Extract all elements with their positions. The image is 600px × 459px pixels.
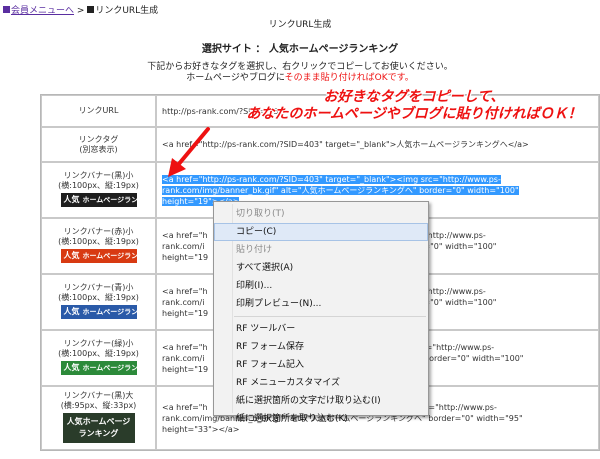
row-label: リンクバナー(赤)小 (横:100px、縦:19px) 人気ホームページランキン… xyxy=(41,218,156,274)
banner-text-b: ホームページランキング xyxy=(82,307,137,316)
code-fragment: border="0" width="100" xyxy=(424,353,524,363)
menu-item-rf-form-save[interactable]: RF フォーム保存 xyxy=(214,338,428,356)
row-label-line1: リンクバナー(黒)大 xyxy=(63,390,134,400)
menu-separator xyxy=(234,316,426,317)
square-bullet-icon xyxy=(3,6,10,13)
square-bullet-icon xyxy=(87,6,95,13)
banner-preview-black-small: 人気ホームページランキング xyxy=(60,192,137,207)
selected-site-heading: 選択サイト ： 人気ホームページランキング xyxy=(201,44,399,55)
code-fragment: <a href="h xyxy=(162,286,208,296)
code-fragment: <a href="h xyxy=(162,342,208,352)
row-label-line2: (横:95px、縦:33px) xyxy=(60,400,137,410)
code-fragment: height="19 xyxy=(162,252,209,262)
intro-line2-highlight: そのまま貼り付ければOKです。 xyxy=(284,73,414,83)
row-label: リンクURL xyxy=(41,95,156,127)
banner-line2: ランキング xyxy=(78,428,119,438)
red-arrow-icon xyxy=(168,127,210,177)
row-label-line1: リンクタグ xyxy=(78,134,119,144)
menu-item-capture-text[interactable]: 紙に選択箇所の文字だけ取り込む(I) xyxy=(214,392,428,410)
link-tag-code[interactable]: <a href="http://ps-rank.com/?SID=403" ta… xyxy=(156,127,599,162)
menu-item-print-preview[interactable]: 印刷プレビュー(N)... xyxy=(214,295,428,313)
row-label-line2: (横:100px、縦:19px) xyxy=(58,348,139,358)
row-label-line1: リンクバナー(青)小 xyxy=(63,282,134,292)
row-label-line1: リンクバナー(黒)小 xyxy=(63,170,134,180)
row-label-line2: (別窓表示) xyxy=(79,144,118,154)
row-label: リンクバナー(黒)小 (横:100px、縦:19px) 人気ホームページランキン… xyxy=(41,162,156,218)
code-fragment: <a href="h xyxy=(162,402,208,412)
code-fragment: height="19 xyxy=(162,308,209,318)
banner-text-a: 人気 xyxy=(63,362,80,372)
code-fragment: height="19 xyxy=(162,364,209,374)
code-fragment: "http://www.ps- xyxy=(424,286,486,296)
row-label: リンクタグ (別窓表示) xyxy=(41,127,156,162)
page-title: リンクURL生成 xyxy=(268,20,332,30)
back-to-member-menu-link[interactable]: 会員メニューへ xyxy=(3,6,74,16)
back-link-label: 会員メニューへ xyxy=(11,6,75,16)
banner-text-a: 人気 xyxy=(63,250,80,260)
banner-text-b: ホームページランキング xyxy=(82,363,137,372)
menu-item-rf-menu-customize[interactable]: RF メニューカスタマイズ xyxy=(214,374,428,392)
table-row: リンクタグ (別窓表示) <a href="http://ps-rank.com/… xyxy=(41,127,599,162)
code-fragment: c="http://www.ps- xyxy=(424,402,497,412)
banner-preview-green-small: 人気ホームページランキング xyxy=(60,360,137,375)
intro-text-line2: ホームページやブログにそのまま貼り付ければOKです。 xyxy=(0,70,600,83)
menu-item-print[interactable]: 印刷(I)... xyxy=(214,277,428,295)
banner-text-b: ホームページランキング xyxy=(82,195,137,204)
menu-item-rf-toolbar[interactable]: RF ツールバー xyxy=(214,320,428,338)
selected-code-line: rank.com/img/banner_bk.gif" alt="人気ホームペー… xyxy=(162,185,519,195)
menu-item-rf-form-fill[interactable]: RF フォーム記入 xyxy=(214,356,428,374)
context-menu: 切り取り(T) コピー(C) 貼り付け すべて選択(A) 印刷(I)... 印刷… xyxy=(213,201,429,424)
breadcrumb: 会員メニューへ > リンクURL生成 xyxy=(3,3,158,16)
row-label-line1: リンクバナー(赤)小 xyxy=(63,226,134,236)
banner-text-a: 人気 xyxy=(63,306,80,316)
code-fragment: rank.com/i xyxy=(162,353,205,363)
banner-line1: 人気ホームページ xyxy=(66,416,131,426)
menu-item-capture-selection[interactable]: 紙に選択箇所を取り込む(K) xyxy=(214,410,428,428)
code-fragment: "http://www.ps- xyxy=(424,230,486,240)
banner-text-b: ホームページランキング xyxy=(82,251,137,260)
menu-item-cut[interactable]: 切り取り(T) xyxy=(214,205,428,223)
breadcrumb-separator: > xyxy=(76,6,85,16)
code-fragment: <a href="h xyxy=(162,230,208,240)
row-label-line2: (横:100px、縦:19px) xyxy=(58,292,139,302)
row-label-line2: (横:100px、縦:19px) xyxy=(58,180,139,190)
banner-preview-black-large: 人気ホームページ ランキング xyxy=(62,412,135,443)
row-label-line2: (横:100px、縦:19px) xyxy=(58,236,139,246)
menu-item-paste[interactable]: 貼り付け xyxy=(214,241,428,259)
breadcrumb-current-label: リンクURL生成 xyxy=(95,6,159,16)
breadcrumb-current: リンクURL生成 xyxy=(87,6,158,16)
banner-preview-red-small: 人気ホームページランキング xyxy=(60,248,137,263)
menu-item-copy[interactable]: コピー(C) xyxy=(214,223,428,241)
code-fragment: rank.com/i xyxy=(162,297,205,307)
banner-preview-blue-small: 人気ホームページランキング xyxy=(60,304,137,319)
row-label-line1: リンクバナー(緑)小 xyxy=(63,338,134,348)
intro-line2-prefix: ホームページやブログに xyxy=(186,73,285,83)
row-label: リンクバナー(緑)小 (横:100px、縦:19px) 人気ホームページランキン… xyxy=(41,330,156,386)
row-label: リンクバナー(青)小 (横:100px、縦:19px) 人気ホームページランキン… xyxy=(41,274,156,330)
code-fragment: rank.com/i xyxy=(162,241,205,251)
menu-item-select-all[interactable]: すべて選択(A) xyxy=(214,259,428,277)
callout-text-line2: あなたのホームページやブログに貼り付ければＯＫ！ xyxy=(246,106,582,122)
banner-text-a: 人気 xyxy=(63,194,80,204)
row-label: リンクバナー(黒)大 (横:95px、縦:33px) 人気ホームページ ランキング xyxy=(41,386,156,450)
